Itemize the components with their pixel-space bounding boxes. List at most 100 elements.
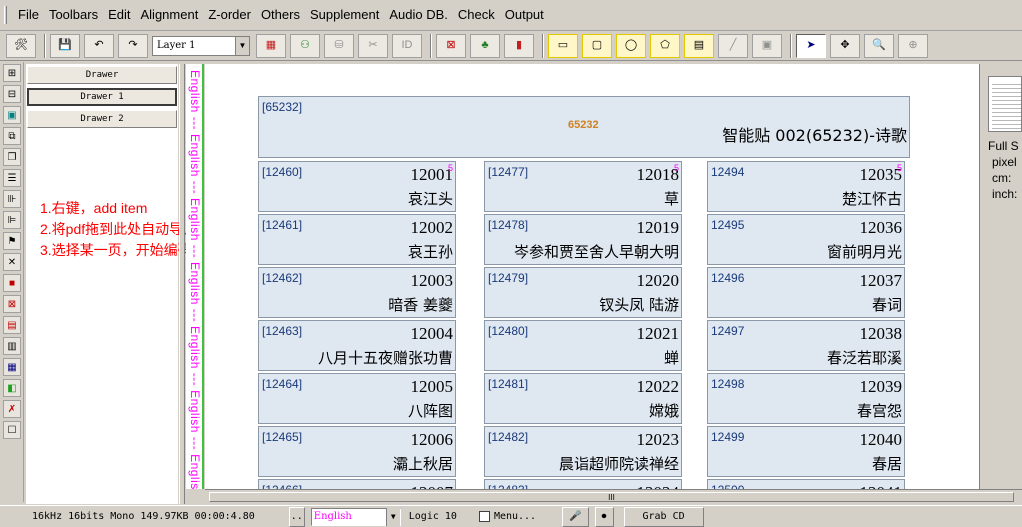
grid-tool-icon[interactable]: ▤ <box>684 33 714 58</box>
red-square-icon[interactable]: ■ <box>3 274 21 292</box>
binoculars-icon[interactable]: ⚇ <box>290 33 320 58</box>
microphone-icon[interactable]: 🎤 <box>562 506 589 527</box>
menu-edit[interactable]: Edit <box>103 5 135 25</box>
item-cell[interactable]: [12480] 12021 蝉 <box>484 320 682 371</box>
pan-hand-icon[interactable]: ✥ <box>830 33 860 58</box>
item-cell[interactable]: [12465] 12006 灞上秋居 <box>258 426 456 477</box>
drawer-1-button[interactable]: Drawer 1 <box>27 88 177 106</box>
item-cell[interactable]: [12460] 12001 哀江头 5 <box>258 161 456 212</box>
stack-icon[interactable]: ☰ <box>3 169 21 187</box>
item-cell[interactable]: [12482] 12023 晨诣超师院读禅经 <box>484 426 682 477</box>
item-cell[interactable]: 12496 12037 春词 <box>707 267 905 318</box>
rectangle-tool-icon[interactable]: ▭ <box>548 33 578 58</box>
frame-icon[interactable]: ▣ <box>3 106 21 124</box>
red-x-square-icon[interactable]: ⊠ <box>3 295 21 313</box>
layers-icon[interactable]: ⧉ <box>3 127 21 145</box>
item-code: [12481] <box>488 377 529 391</box>
page-thumbnail[interactable] <box>988 76 1022 132</box>
rounded-rect-tool-icon[interactable]: ▢ <box>582 33 612 58</box>
bar-chart-icon[interactable]: ▮ <box>504 33 534 58</box>
item-code: 12496 <box>711 271 745 285</box>
fit-view-icon[interactable]: ⊕ <box>898 33 928 58</box>
item-cell[interactable]: [12478] 12019 岑参和贾至舍人早朝大明 <box>484 214 682 265</box>
undo-icon[interactable]: ↶ <box>84 33 114 58</box>
menu-toolbars[interactable]: Toolbars <box>44 5 103 25</box>
menu-check[interactable]: Check <box>453 5 500 25</box>
item-cell[interactable]: 12499 12040 春居 <box>707 426 905 477</box>
add-item-icon[interactable]: ⊞ <box>3 64 21 82</box>
tools-icon[interactable]: 🛠 <box>6 33 36 58</box>
cut-id-icon[interactable]: ✂ <box>358 33 388 58</box>
chevron-down-icon[interactable]: ▼ <box>385 507 400 526</box>
language-select[interactable]: English ▼ <box>310 507 401 526</box>
item-cell[interactable]: [12466]12007 <box>258 479 456 489</box>
menu-file[interactable]: File <box>13 5 44 25</box>
item-cell[interactable]: [12477] 12018 草 5 <box>484 161 682 212</box>
item-cell[interactable]: [12461] 12002 哀王孙 <box>258 214 456 265</box>
item-cell[interactable]: [12463] 12004 八月十五夜赠张功曹 <box>258 320 456 371</box>
tree-icon[interactable]: ♣ <box>470 33 500 58</box>
pointer-icon[interactable]: ➤ <box>796 33 826 58</box>
preview-line: Full S <box>988 139 1019 153</box>
flag-icon[interactable]: ⚑ <box>3 232 21 250</box>
chevron-down-icon[interactable]: ▼ <box>235 36 249 55</box>
item-number: 12039 <box>859 377 903 396</box>
menu-output[interactable]: Output <box>500 5 549 25</box>
item-cell[interactable]: [12462] 12003 暗香 姜夔 <box>258 267 456 318</box>
recorder-icon[interactable]: ⏺ <box>594 506 614 527</box>
send-back-icon[interactable]: ▥ <box>3 337 21 355</box>
drawer-button[interactable]: Drawer <box>27 66 177 84</box>
erase-icon[interactable]: ✗ <box>3 400 21 418</box>
scroll-thumb[interactable]: III <box>209 492 1014 502</box>
canvas-vertical-scrollbar[interactable] <box>979 64 984 489</box>
menu-supplement[interactable]: Supplement <box>305 5 384 25</box>
note-1: 1.右键，add item <box>40 200 148 216</box>
item-title: 草 <box>663 190 679 208</box>
panel-splitter[interactable] <box>179 64 185 504</box>
drawer-2-button[interactable]: Drawer 2 <box>27 110 177 128</box>
delete-box-icon[interactable]: ⊠ <box>436 33 466 58</box>
item-title: 八月十五夜赠张功曹 <box>317 349 453 367</box>
bring-front-icon[interactable]: ▤ <box>3 316 21 334</box>
disc-icon[interactable]: ⛁ <box>324 33 354 58</box>
zoom-icon[interactable]: 🔍 <box>864 33 894 58</box>
polygon-tool-icon[interactable]: ⬠ <box>650 33 680 58</box>
page-canvas[interactable]: [65232] 65232 智能贴 002(65232)-诗歌 [12460] 1… <box>205 64 979 489</box>
menu-audio-db[interactable]: Audio DB. <box>384 5 453 25</box>
id-icon[interactable]: ID <box>392 33 422 58</box>
copy-icon[interactable]: ❐ <box>3 148 21 166</box>
distribute-icon[interactable]: ⊫ <box>3 211 21 229</box>
item-cell[interactable]: 12494 12035 楚江怀古 5 <box>707 161 905 212</box>
blank-box-icon[interactable]: ☐ <box>3 421 21 439</box>
item-title: 钗头凤 陆游 <box>599 296 679 314</box>
grab-cd-button[interactable]: Grab CD <box>623 506 704 527</box>
page-header-item[interactable]: [65232] 65232 智能贴 002(65232)-诗歌 <box>258 96 910 158</box>
grid-icon[interactable]: ▦ <box>3 358 21 376</box>
menu-others[interactable]: Others <box>256 5 305 25</box>
item-cell[interactable]: [12479] 12020 钗头凤 陆游 <box>484 267 682 318</box>
toolbar-separator <box>790 33 792 58</box>
item-cell[interactable]: 12497 12038 春泛若耶溪 <box>707 320 905 371</box>
image-tool-icon[interactable]: ▣ <box>752 33 782 58</box>
cross-icon[interactable]: ✕ <box>3 253 21 271</box>
tree-view-icon[interactable]: ⊟ <box>3 85 21 103</box>
line-tool-icon[interactable]: ╱ <box>718 33 748 58</box>
menu-z-order[interactable]: Z-order <box>203 5 256 25</box>
item-cell[interactable]: 12498 12039 春宫怨 <box>707 373 905 424</box>
item-cell[interactable]: 12495 12036 窗前明月光 <box>707 214 905 265</box>
save-icon[interactable]: 💾 <box>50 33 80 58</box>
layer-select[interactable]: Layer 1 ▼ <box>152 35 250 56</box>
item-cell[interactable]: [12464] 12005 八阵图 <box>258 373 456 424</box>
item-cell[interactable]: [12483]12024 <box>484 479 682 489</box>
redo-icon[interactable]: ↷ <box>118 33 148 58</box>
canvas-horizontal-scrollbar[interactable]: III <box>205 489 1022 503</box>
menu-alignment[interactable]: Alignment <box>136 5 204 25</box>
ellipse-tool-icon[interactable]: ◯ <box>616 33 646 58</box>
palette-icon[interactable]: ◧ <box>3 379 21 397</box>
align-icon[interactable]: ⊪ <box>3 190 21 208</box>
barcode-icon[interactable]: ▦ <box>256 33 286 58</box>
ellipsis-button[interactable]: .. <box>288 506 305 527</box>
menu-checkbox[interactable] <box>478 511 490 522</box>
item-cell[interactable]: 1250012041 <box>707 479 905 489</box>
item-cell[interactable]: [12481] 12022 嫦娥 <box>484 373 682 424</box>
